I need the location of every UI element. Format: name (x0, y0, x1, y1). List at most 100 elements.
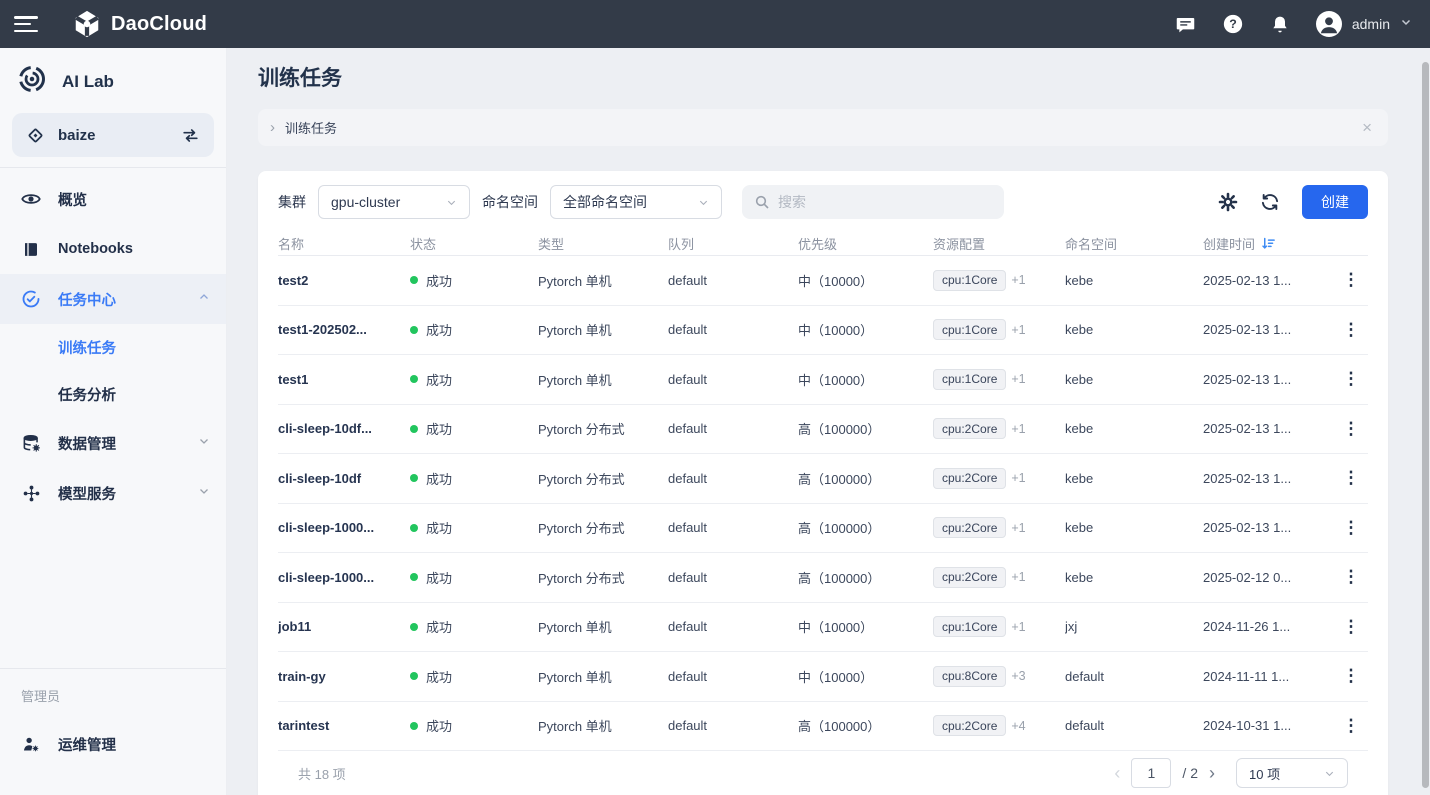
table-row[interactable]: cli-sleep-1000... 成功 Pytorch 分布式 default… (278, 553, 1368, 603)
table-row[interactable]: job11 成功 Pytorch 单机 default 中（10000） cpu… (278, 603, 1368, 653)
task-queue: default (668, 372, 798, 387)
sidebar-item-task-analysis[interactable]: 任务分析 (0, 371, 226, 418)
namespace-select[interactable]: 全部命名空间 (550, 185, 722, 219)
task-name[interactable]: test1 (278, 372, 410, 387)
ops-management-icon (21, 734, 41, 754)
help-icon[interactable]: ? (1222, 13, 1244, 35)
status-dot (410, 276, 418, 284)
page-number-input[interactable] (1131, 758, 1171, 788)
task-name[interactable]: job11 (278, 619, 410, 634)
close-icon[interactable]: × (1362, 119, 1372, 136)
workspace-name: baize (58, 127, 168, 144)
sidebar-item-data-management[interactable]: 数据管理 (0, 418, 226, 468)
row-actions-kebab-icon[interactable]: ⋮ (1343, 320, 1360, 339)
task-priority: 高（100000） (798, 568, 933, 587)
row-actions-kebab-icon[interactable]: ⋮ (1343, 270, 1360, 289)
table-row[interactable]: test1 成功 Pytorch 单机 default 中（10000） cpu… (278, 355, 1368, 405)
task-name[interactable]: test2 (278, 273, 410, 288)
row-actions-kebab-icon[interactable]: ⋮ (1343, 716, 1360, 735)
task-created-time: 2025-02-12 0... (1203, 570, 1334, 585)
status-dot (410, 425, 418, 433)
table-row[interactable]: cli-sleep-10df 成功 Pytorch 分布式 default 高（… (278, 454, 1368, 504)
expand-chevron-right-icon[interactable]: › (270, 119, 275, 136)
namespace-filter-label: 命名空间 (482, 192, 538, 212)
avatar (1316, 11, 1342, 37)
task-priority: 高（100000） (798, 419, 933, 438)
task-name[interactable]: cli-sleep-10df... (278, 421, 410, 436)
row-actions-kebab-icon[interactable]: ⋮ (1343, 518, 1360, 537)
sidebar-item-task-center[interactable]: 任务中心 (0, 274, 226, 324)
row-actions-kebab-icon[interactable]: ⋮ (1343, 666, 1360, 685)
chevron-down-icon (446, 197, 457, 208)
menu-toggle-icon[interactable] (14, 16, 38, 32)
page-size-select[interactable]: 10 项 (1236, 758, 1348, 788)
daocloud-logo-icon (72, 9, 102, 39)
task-name[interactable]: tarintest (278, 718, 410, 733)
sidebar-item-model-services[interactable]: 模型服务 (0, 468, 226, 518)
task-name[interactable]: test1-202502... (278, 322, 410, 337)
workspace-icon (26, 126, 45, 145)
sidebar-item-ops-management[interactable]: 运维管理 (0, 719, 226, 769)
task-status: 成功 (410, 469, 538, 488)
task-priority: 中（10000） (798, 667, 933, 686)
model-services-icon (21, 483, 41, 503)
main-content: 训练任务 › 训练任务 × 集群 gpu-cluster 命名空间 全部命名空间 (227, 48, 1430, 795)
resource-extra-count: +1 (1011, 422, 1025, 436)
message-icon[interactable] (1175, 13, 1197, 35)
table-footer: 共 18 项 ‹ / 2 › 10 项 (278, 751, 1368, 795)
admin-section-label: 管理员 (0, 669, 226, 719)
topbar: DaoCloud ? admin (0, 0, 1430, 48)
task-resource: cpu:1Core +1 (933, 616, 1065, 637)
sidebar-admin-section: 管理员 运维管理 (0, 668, 226, 795)
row-actions-kebab-icon[interactable]: ⋮ (1343, 419, 1360, 438)
workspace-selector[interactable]: baize (12, 113, 214, 157)
namespace-select-value: 全部命名空间 (563, 192, 690, 212)
resource-extra-count: +1 (1011, 273, 1025, 287)
table-row[interactable]: cli-sleep-1000... 成功 Pytorch 分布式 default… (278, 504, 1368, 554)
resource-extra-count: +4 (1011, 719, 1025, 733)
task-name[interactable]: train-gy (278, 669, 410, 684)
search-input[interactable] (778, 194, 992, 210)
user-menu[interactable]: admin (1316, 11, 1412, 37)
table-row[interactable]: test1-202502... 成功 Pytorch 单机 default 中（… (278, 306, 1368, 356)
sidebar-item-overview[interactable]: 概览 (0, 174, 226, 224)
create-button[interactable]: 创建 (1302, 185, 1368, 219)
refresh-icon[interactable] (1260, 192, 1280, 212)
workspace-switch-icon[interactable] (181, 126, 200, 145)
sidebar-item-notebooks[interactable]: Notebooks (0, 224, 226, 274)
task-resource: cpu:2Core +1 (933, 468, 1065, 489)
row-actions-kebab-icon[interactable]: ⋮ (1343, 468, 1360, 487)
table-row[interactable]: tarintest 成功 Pytorch 单机 default 高（100000… (278, 702, 1368, 752)
row-actions-kebab-icon[interactable]: ⋮ (1343, 369, 1360, 388)
resource-badge: cpu:2Core (933, 715, 1006, 736)
task-created-time: 2025-02-13 1... (1203, 372, 1334, 387)
settings-gear-icon[interactable] (1218, 192, 1238, 212)
prev-page-icon[interactable]: ‹ (1114, 763, 1120, 784)
table-row[interactable]: test2 成功 Pytorch 单机 default 中（10000） cpu… (278, 256, 1368, 306)
svg-text:?: ? (1229, 17, 1237, 31)
task-name[interactable]: cli-sleep-1000... (278, 570, 410, 585)
sort-descending-icon[interactable] (1261, 236, 1276, 251)
eye-icon (21, 189, 41, 209)
table-row[interactable]: train-gy 成功 Pytorch 单机 default 中（10000） … (278, 652, 1368, 702)
resource-badge: cpu:1Core (933, 369, 1006, 390)
row-actions-kebab-icon[interactable]: ⋮ (1343, 617, 1360, 636)
task-resource: cpu:2Core +1 (933, 567, 1065, 588)
vertical-scrollbar[interactable] (1422, 62, 1429, 788)
status-dot (410, 375, 418, 383)
info-bar-title: 训练任务 (285, 118, 337, 137)
sidebar-item-training-tasks[interactable]: 训练任务 (0, 324, 226, 371)
task-namespace: default (1065, 718, 1203, 733)
col-type: 类型 (538, 234, 668, 253)
training-tasks-card: 集群 gpu-cluster 命名空间 全部命名空间 (258, 171, 1388, 795)
cluster-select[interactable]: gpu-cluster (318, 185, 470, 219)
next-page-icon[interactable]: › (1209, 763, 1215, 784)
row-actions-kebab-icon[interactable]: ⋮ (1343, 567, 1360, 586)
table-row[interactable]: cli-sleep-10df... 成功 Pytorch 分布式 default… (278, 405, 1368, 455)
task-status: 成功 (410, 568, 538, 587)
task-center-icon (21, 289, 41, 309)
task-name[interactable]: cli-sleep-1000... (278, 520, 410, 535)
task-name[interactable]: cli-sleep-10df (278, 471, 410, 486)
notification-bell-icon[interactable] (1269, 13, 1291, 35)
brand[interactable]: DaoCloud (72, 9, 207, 39)
